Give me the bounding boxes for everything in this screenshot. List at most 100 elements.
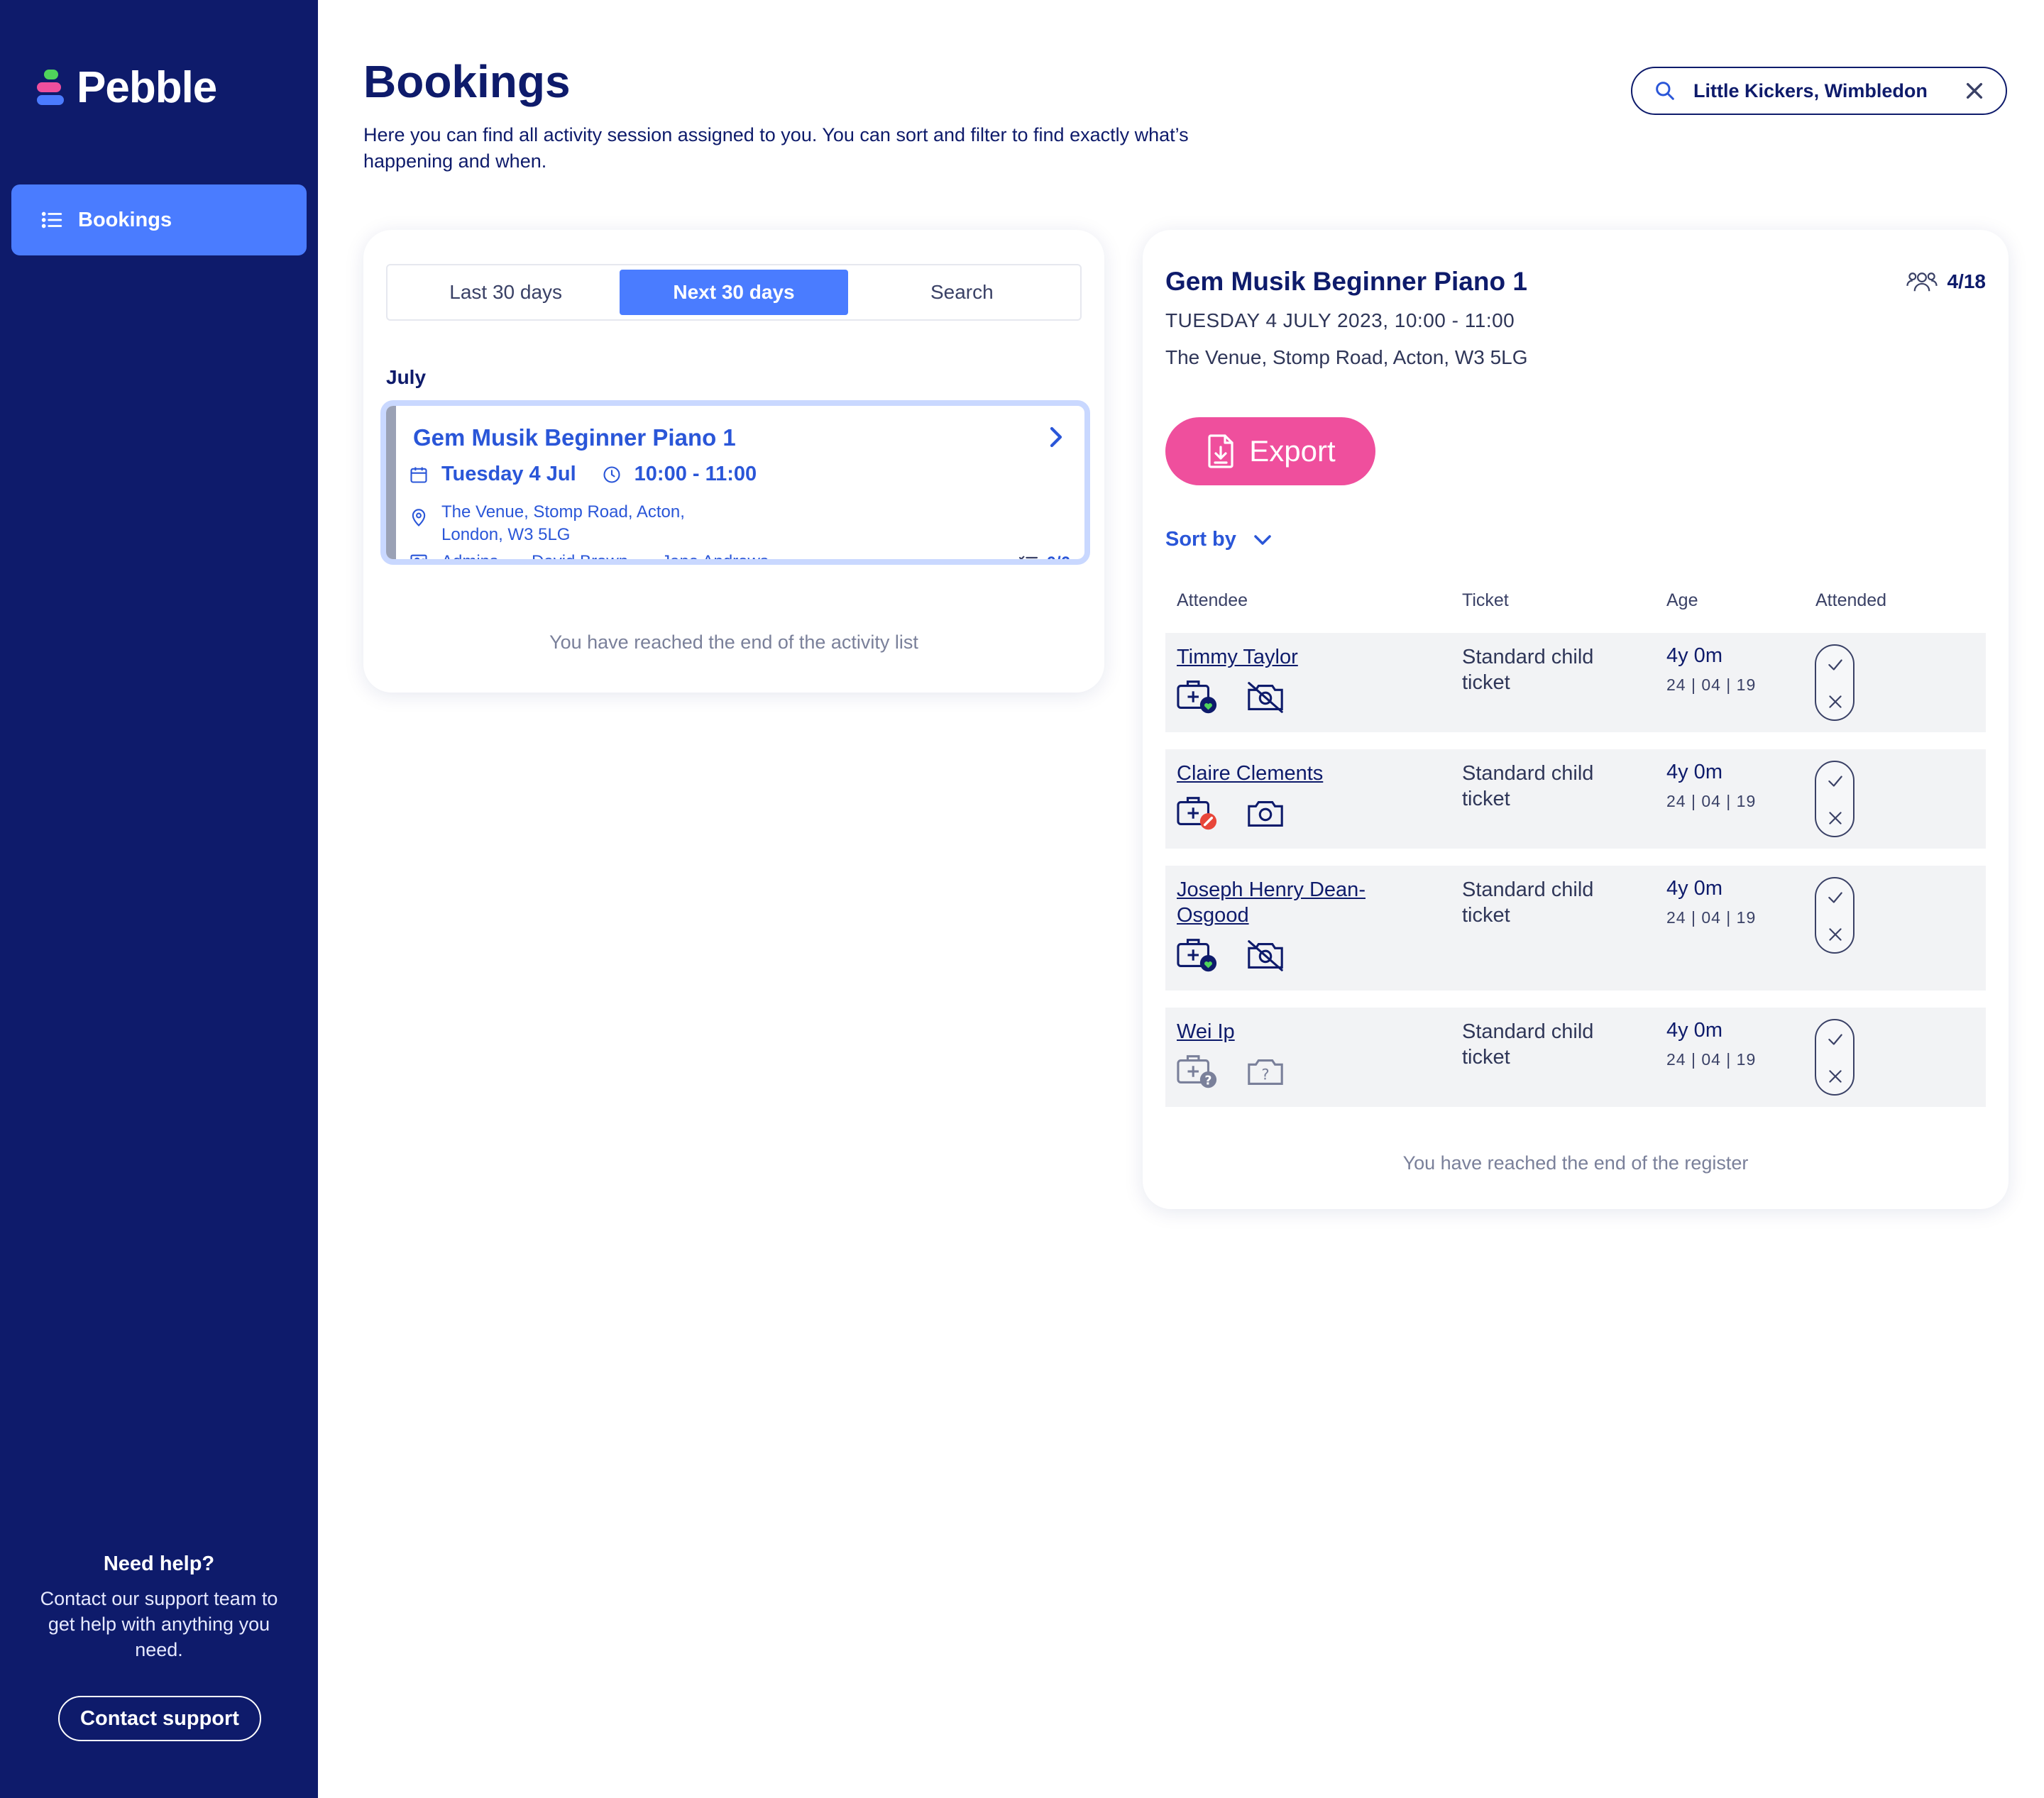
tab-last-30-days[interactable]: Last 30 days [392, 270, 620, 315]
help-section: Need help? Contact our support team to g… [0, 1552, 318, 1662]
search-icon [1656, 82, 1674, 100]
staff-name: David Brown [532, 552, 629, 565]
venue-filter-chip[interactable]: Little Kickers, Wimbledon [1631, 67, 2007, 115]
export-label: Export [1249, 434, 1336, 468]
attendee-name-link[interactable]: Claire Clements [1177, 761, 1397, 786]
chevron-down-icon [1254, 534, 1271, 545]
close-icon[interactable] [1963, 79, 1986, 102]
check-icon[interactable] [1826, 1030, 1845, 1049]
svg-text:?: ? [1204, 1074, 1211, 1088]
location-pin-icon [412, 509, 426, 526]
register-card: Gem Musik Beginner Piano 1 TUESDAY 4 JUL… [1143, 230, 2009, 1209]
tab-next-30-days[interactable]: Next 30 days [620, 270, 848, 315]
photo-consent-denied-icon[interactable] [1245, 937, 1286, 974]
help-text: Contact our support team to get help wit… [40, 1588, 278, 1660]
attendee-name-link[interactable]: Timmy Taylor [1177, 644, 1397, 670]
separator-dot [512, 560, 517, 565]
photo-consent-allowed-icon[interactable] [1245, 795, 1286, 832]
contact-support-button[interactable]: Contact support [58, 1696, 261, 1741]
register-venue: The Venue, Stomp Road, Acton, W3 5LG [1165, 346, 1528, 368]
attendance-toggle [1815, 1019, 1855, 1096]
cross-icon[interactable] [1826, 1067, 1845, 1086]
medical-kit-ok-icon[interactable] [1177, 937, 1218, 974]
pebble-logo-icon [37, 68, 64, 108]
medical-kit-unknown-icon[interactable]: ? [1177, 1053, 1218, 1090]
attendee-age: 4y 0m [1666, 761, 1722, 783]
column-header-ticket: Ticket [1462, 590, 1509, 610]
register-title: Gem Musik Beginner Piano 1 [1165, 267, 1527, 296]
medical-kit-ok-icon[interactable] [1177, 678, 1218, 715]
page-description: Here you can find all activity session a… [363, 124, 1189, 172]
chevron-right-icon[interactable] [1043, 424, 1069, 450]
staff-name: Jane Andrews [661, 552, 769, 565]
clock-icon [603, 465, 620, 483]
table-row: Joseph Henry Dean-Osgood Standard child … [1165, 866, 1986, 991]
export-button[interactable]: Export [1165, 417, 1375, 485]
column-header-age: Age [1666, 590, 1698, 610]
sidebar-item-label: Bookings [78, 208, 172, 231]
check-icon[interactable] [1826, 888, 1845, 907]
month-heading: July [386, 366, 427, 388]
session-datetime: Tuesday 4 Jul 10:00 - 11:00 [409, 463, 757, 486]
svg-text:?: ? [1261, 1066, 1269, 1084]
medical-kit-alert-icon[interactable] [1177, 795, 1218, 832]
staff-icon [410, 554, 427, 559]
attendee-name-link[interactable]: Joseph Henry Dean-Osgood [1177, 877, 1397, 928]
export-document-icon [1208, 434, 1233, 468]
register-datetime: TUESDAY 4 JULY 2023, 10:00 - 11:00 [1165, 309, 1515, 331]
activity-list-card: Last 30 days Next 30 days Search July Ge… [363, 230, 1104, 693]
register-capacity-value: 4/18 [1947, 270, 1987, 292]
check-icon[interactable] [1826, 656, 1845, 674]
attendance-toggle [1815, 877, 1855, 954]
cross-icon[interactable] [1826, 809, 1845, 827]
checklist-icon [1018, 556, 1038, 559]
table-row: Timmy Taylor Standard child ticket 4y 0m… [1165, 633, 1986, 732]
session-attendance-count: 0/6 [1017, 552, 1070, 565]
end-of-register-message: You have reached the end of the register [1402, 1152, 1749, 1174]
list-icon [41, 211, 62, 228]
attendee-dob: 24 | 04 | 19 [1666, 675, 1757, 694]
session-location-text: The Venue, Stomp Road, Acton, London, W3… [441, 502, 685, 544]
sidebar: Pebble Bookings Need help? Contact our s… [0, 0, 318, 1798]
column-header-attendee: Attendee [1177, 590, 1248, 610]
attendee-dob: 24 | 04 | 19 [1666, 1050, 1757, 1069]
attendee-age: 4y 0m [1666, 877, 1722, 900]
tab-search[interactable]: Search [848, 270, 1076, 315]
session-location: The Venue, Stomp Road, Acton, London, W3… [409, 501, 740, 546]
session-title: Gem Musik Beginner Piano 1 [413, 424, 736, 451]
brand-name: Pebble [77, 63, 217, 112]
check-icon[interactable] [1826, 772, 1845, 790]
table-row: Claire Clements Standard child ticket 4y… [1165, 749, 1986, 849]
photo-consent-denied-icon[interactable] [1245, 678, 1286, 715]
session-attendance-value: 0/6 [1046, 553, 1070, 565]
calendar-icon [410, 467, 427, 483]
session-staff: Admins David Brown Jane Andrews [409, 552, 769, 565]
attendance-toggle [1815, 644, 1855, 721]
sort-by-dropdown[interactable]: Sort by [1165, 528, 1273, 551]
attendee-ticket: Standard child ticket [1462, 762, 1594, 810]
table-row: Wei Ip ? ? Standard child ticket 4y 0m 2… [1165, 1008, 1986, 1107]
cross-icon[interactable] [1826, 693, 1845, 711]
attendee-name-link[interactable]: Wei Ip [1177, 1019, 1397, 1044]
people-group-icon [1906, 272, 1938, 292]
pebble-logo[interactable]: Pebble [37, 62, 217, 113]
sidebar-item-bookings[interactable]: Bookings [11, 184, 307, 255]
attendee-ticket: Standard child ticket [1462, 646, 1594, 694]
session-time: 10:00 - 11:00 [634, 463, 757, 485]
photo-consent-unknown-icon[interactable]: ? [1245, 1053, 1286, 1090]
sort-by-label: Sort by [1165, 528, 1236, 551]
attendee-age: 4y 0m [1666, 1019, 1722, 1042]
staff-name: Admins [441, 552, 499, 565]
separator-dot [642, 560, 647, 565]
attendee-dob: 24 | 04 | 19 [1666, 908, 1757, 927]
column-header-attended: Attended [1815, 590, 1887, 610]
date-range-tabs: Last 30 days Next 30 days Search [386, 264, 1082, 321]
attendee-ticket: Standard child ticket [1462, 1020, 1594, 1069]
venue-filter-value: Little Kickers, Wimbledon [1693, 79, 1928, 101]
cross-icon[interactable] [1826, 925, 1845, 944]
end-of-list-message: You have reached the end of the activity… [549, 631, 918, 653]
help-title: Need help? [103, 1552, 215, 1575]
session-status-stripe [386, 406, 396, 559]
session-card[interactable]: Gem Musik Beginner Piano 1 Tuesday 4 Jul… [380, 400, 1090, 565]
attendance-toggle [1815, 761, 1855, 837]
